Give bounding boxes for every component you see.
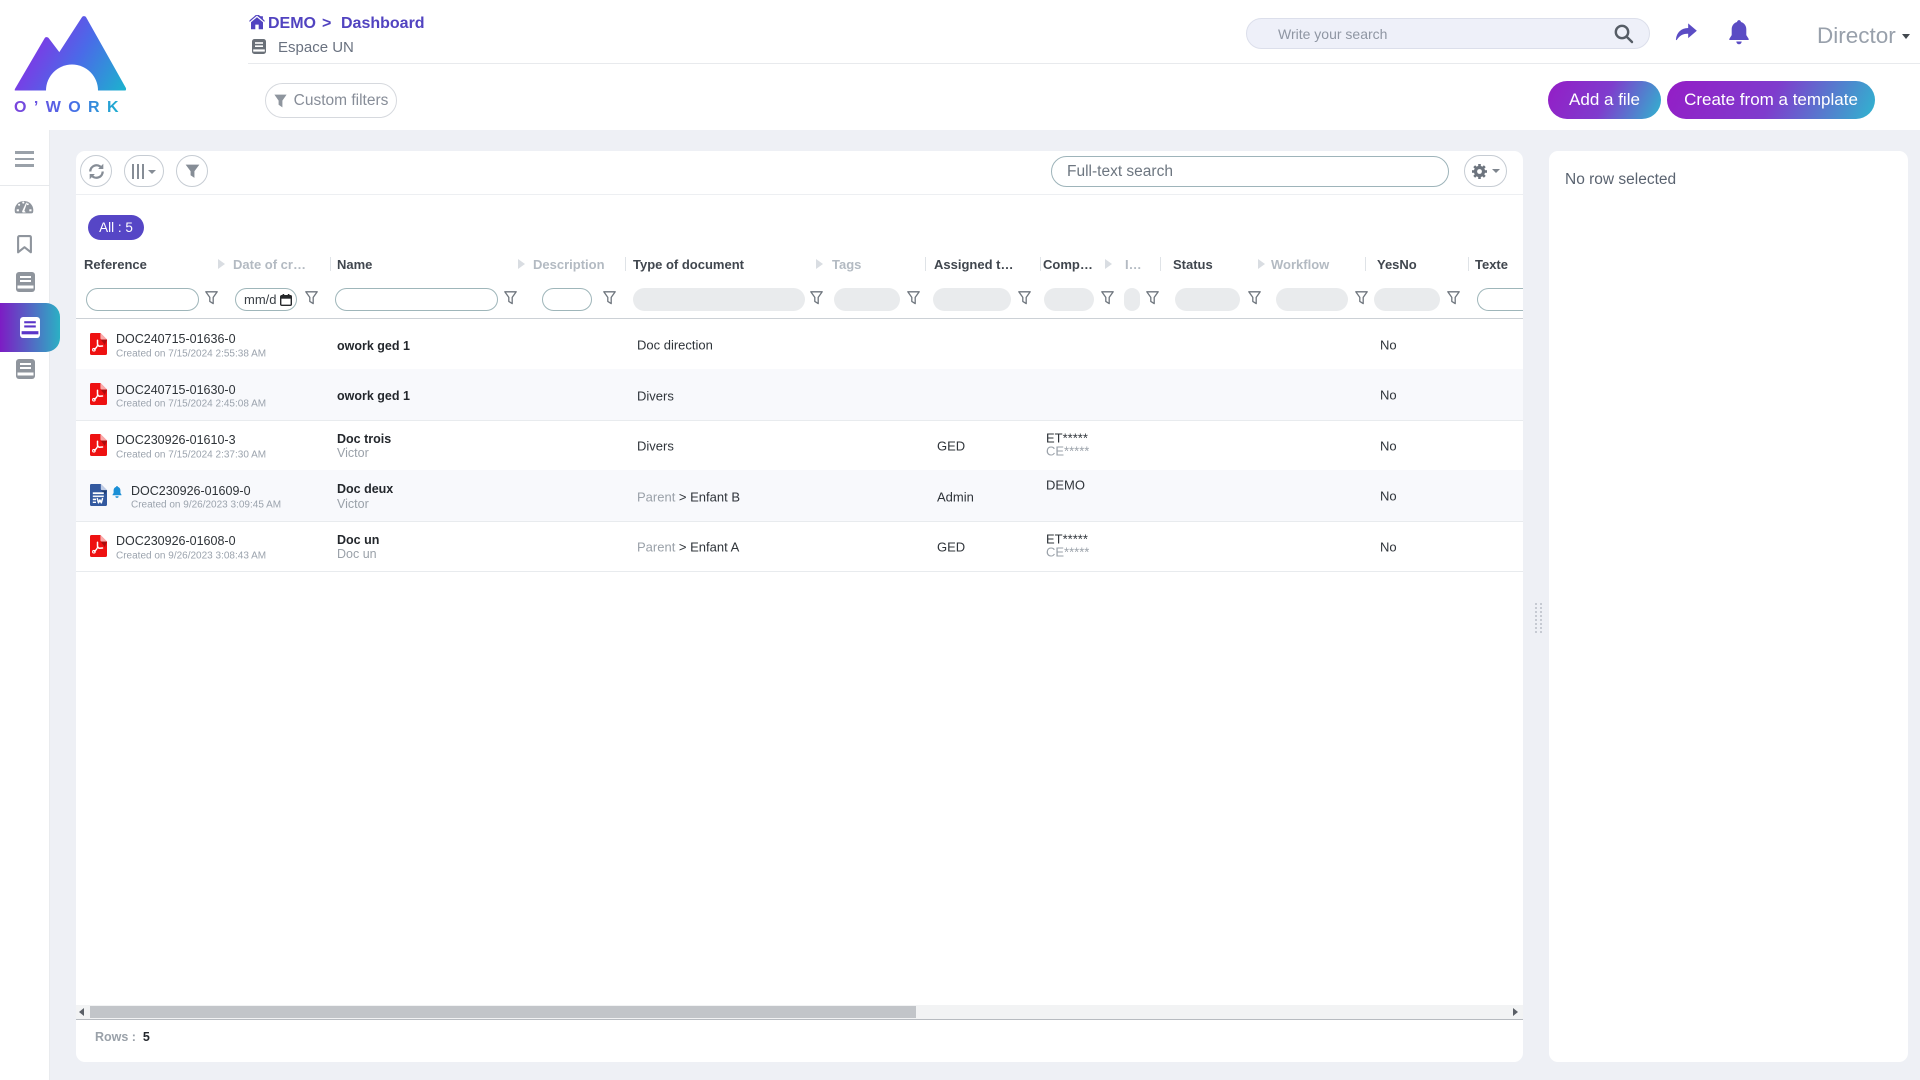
svg-text:O’WORK: O’WORK	[14, 99, 126, 116]
